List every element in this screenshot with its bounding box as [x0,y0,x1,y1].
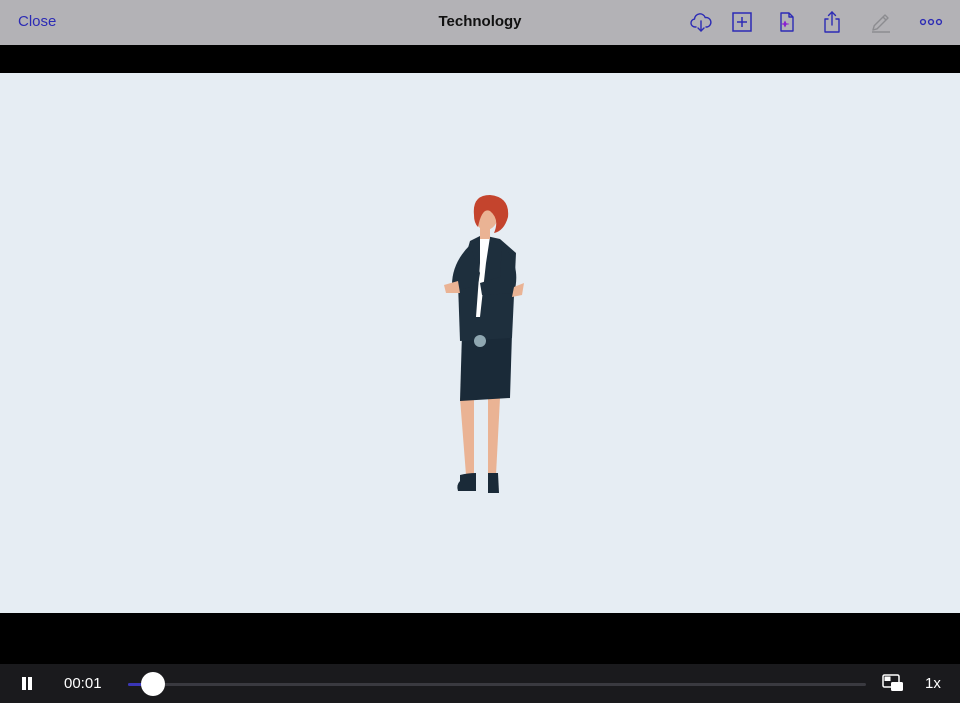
cloud-download-icon[interactable] [689,10,713,34]
close-button[interactable]: Close [18,13,56,30]
pause-icon-bar [28,677,32,690]
woman-illustration [444,195,524,493]
new-document-icon[interactable] [775,10,799,34]
current-time: 00:01 [64,675,102,692]
more-dots-icon[interactable] [919,10,943,34]
page-title: Technology [438,13,522,30]
picture-in-picture-icon[interactable] [882,674,904,692]
video-frame[interactable] [0,73,960,613]
add-square-icon[interactable] [730,10,754,34]
pause-icon-bar [22,677,26,690]
top-toolbar: Close Technology [0,0,960,45]
progress-slider[interactable] [128,672,866,696]
playback-controls: 00:01 1x [0,664,960,703]
playback-speed-button[interactable]: 1x [925,675,941,692]
edit-pencil-icon[interactable] [869,10,893,34]
share-icon[interactable] [820,10,844,34]
progress-thumb[interactable] [141,672,166,696]
pause-button[interactable] [18,676,34,692]
